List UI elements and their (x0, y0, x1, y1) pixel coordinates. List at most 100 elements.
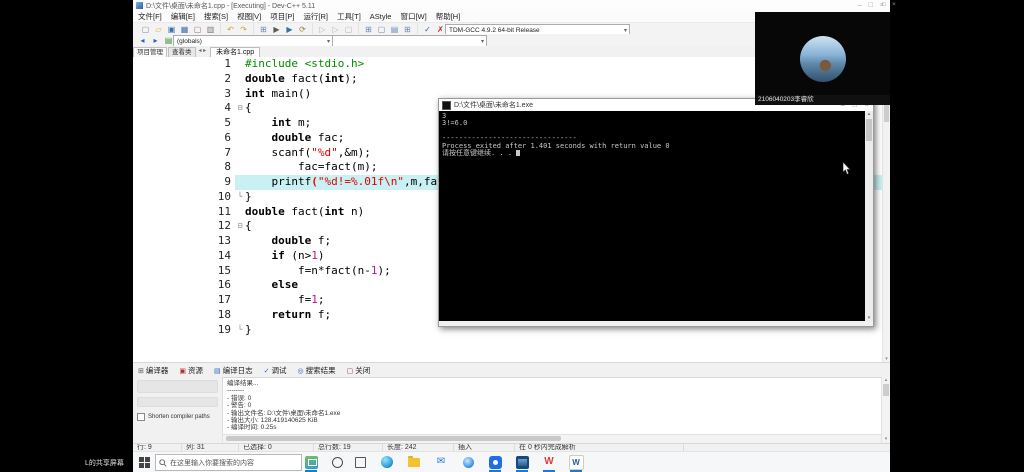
title-bar[interactable]: D:\文件\桌面\未命名1.cpp - [Executing] - Dev-C+… (133, 0, 890, 11)
avatar (800, 36, 846, 82)
taskbar-search-input[interactable]: 在这里输入你要搜索的内容 (155, 454, 302, 471)
start-button[interactable] (137, 455, 151, 469)
menu-item[interactable]: 窗口[W] (400, 11, 426, 22)
save-all-icon[interactable]: ▦ (179, 24, 190, 35)
redo-icon[interactable]: ↷ (238, 24, 249, 35)
window-controls: –□× (858, 2, 884, 9)
console-output[interactable]: 33!=6.0 --------------------------------… (439, 111, 865, 321)
run-icon[interactable]: ▶ (271, 24, 282, 35)
scroll-down-arrow-icon[interactable]: ▾ (865, 315, 873, 321)
line-number: 13 (205, 234, 235, 249)
window-grid-icon[interactable]: ⊞ (402, 24, 413, 35)
minimize-icon[interactable]: – (858, 2, 862, 9)
log-vertical-scrollbar[interactable]: ▴▾ (881, 377, 890, 442)
scrollbar-thumb[interactable] (866, 119, 872, 141)
tab-scroll-arrows[interactable]: ◂ ▸ (199, 46, 207, 57)
cortana-icon[interactable] (329, 454, 345, 470)
log-line: - 警告: 0 (227, 402, 877, 409)
forward-icon[interactable]: ▸ (150, 35, 161, 46)
shorten-paths-checkbox-row[interactable]: Shorten compiler paths (137, 413, 222, 421)
file-explorer-icon[interactable] (406, 454, 422, 470)
scroll-down-arrow-icon[interactable]: ▾ (882, 436, 890, 442)
tab-compiler[interactable]: ⊞编译器 (138, 365, 168, 376)
window-layout-icon[interactable]: ⊞ (363, 24, 374, 35)
tab-close[interactable]: ▢关闭 (347, 365, 371, 376)
fold-marker-icon (235, 293, 245, 308)
tab-view-classes[interactable]: 查看类 (168, 47, 196, 57)
maximize-icon[interactable]: □ (869, 2, 873, 9)
browser-icon[interactable] (460, 454, 476, 470)
meeting-app-icon[interactable] (487, 454, 503, 470)
fold-marker-icon[interactable]: ⊟ (235, 101, 245, 116)
window-list-icon[interactable]: ▤ (389, 24, 400, 35)
menu-item[interactable]: 运行[R] (303, 11, 328, 22)
code-text: scanf("%d",&m); (245, 146, 371, 161)
tab-compile-log[interactable]: ▤编译日志 (214, 365, 253, 376)
compile-icon[interactable]: ⊞ (258, 24, 269, 35)
code-text: return f; (245, 308, 331, 323)
profile-icon[interactable]: ▷ (330, 24, 341, 35)
edge-icon[interactable] (379, 454, 395, 470)
open-file-icon[interactable]: ▱ (153, 24, 164, 35)
fold-marker-icon[interactable]: └ (235, 190, 245, 205)
scrollbar-thumb[interactable] (883, 384, 889, 396)
fold-marker-icon (235, 308, 245, 323)
back-icon[interactable]: ◂ (137, 35, 148, 46)
stop-icon[interactable]: ▢ (343, 24, 354, 35)
rebuild-icon[interactable]: ⟳ (297, 24, 308, 35)
undo-icon[interactable]: ↶ (225, 24, 236, 35)
fold-marker-icon[interactable]: ⊟ (235, 219, 245, 234)
new-file-icon[interactable]: ▢ (140, 24, 151, 35)
tab-search-results[interactable]: ◎搜索结果 (298, 365, 336, 376)
fold-marker-icon[interactable]: └ (235, 323, 245, 338)
code-text: f=1; (245, 293, 324, 308)
syntax-check-icon[interactable]: ✓ (422, 24, 433, 35)
close-file-icon[interactable]: ▢ (192, 24, 203, 35)
fold-marker-icon (235, 234, 245, 249)
line-number: 2 (205, 72, 235, 87)
line-number: 4 (205, 101, 235, 116)
search-icon (159, 459, 167, 467)
menu-item[interactable]: 搜索[S] (204, 11, 228, 22)
tab-resources[interactable]: ▣资源 (179, 365, 203, 376)
windows-logo-icon (139, 457, 150, 468)
compile-run-icon[interactable]: ▶ (284, 24, 295, 35)
tab-debug[interactable]: ✓调试 (264, 365, 287, 376)
tab-project-manager[interactable]: 项目管理 (133, 47, 167, 57)
menu-item[interactable]: 文件[F] (138, 11, 162, 22)
window-float-icon[interactable]: ▢ (376, 24, 387, 35)
fold-marker-icon (235, 146, 245, 161)
menu-item[interactable]: 工具[T] (337, 11, 361, 22)
mail-icon[interactable]: ✉ (433, 454, 449, 470)
debug-icon[interactable]: ▷ (317, 24, 328, 35)
print-icon[interactable]: ▥ (205, 24, 216, 35)
webcam-overlay[interactable]: 2106040203李睿欣 (755, 12, 890, 105)
menu-item[interactable]: 编辑[E] (171, 11, 195, 22)
search-results-icon: ◎ (298, 367, 304, 375)
word-icon[interactable]: W (568, 454, 584, 470)
task-view-icon[interactable] (352, 454, 368, 470)
project-manager-panel[interactable] (133, 57, 206, 362)
file-explorer-icon (408, 458, 420, 467)
menu-item[interactable]: AStyle (370, 12, 392, 21)
line-number: 7 (205, 146, 235, 161)
menu-item[interactable]: 视图[V] (237, 11, 261, 22)
meeting-app-icon (489, 456, 502, 469)
wps-icon[interactable]: W (541, 454, 557, 470)
save-icon[interactable]: ▣ (166, 24, 177, 35)
menu-item[interactable]: 帮助[H] (436, 11, 461, 22)
checkbox-icon[interactable] (137, 413, 145, 421)
console-vertical-scrollbar[interactable]: ▴▾ (865, 111, 873, 321)
close-icon[interactable]: × (892, 1, 896, 8)
screen-share-app-icon[interactable] (303, 454, 319, 470)
code-text: fac=fact(m); (245, 160, 377, 175)
photos-app-icon[interactable] (514, 454, 530, 470)
line-number: 6 (205, 131, 235, 146)
tab-label: 搜索结果 (306, 365, 336, 376)
scrollbar-thumb[interactable] (226, 436, 561, 441)
menu-item[interactable]: 项目[P] (270, 11, 294, 22)
line-number: 5 (205, 116, 235, 131)
window-title: D:\文件\桌面\未命名1.cpp - [Executing] - Dev-C+… (146, 1, 315, 11)
line-number: 15 (205, 264, 235, 279)
maximize-icon[interactable]: □ (882, 1, 886, 8)
